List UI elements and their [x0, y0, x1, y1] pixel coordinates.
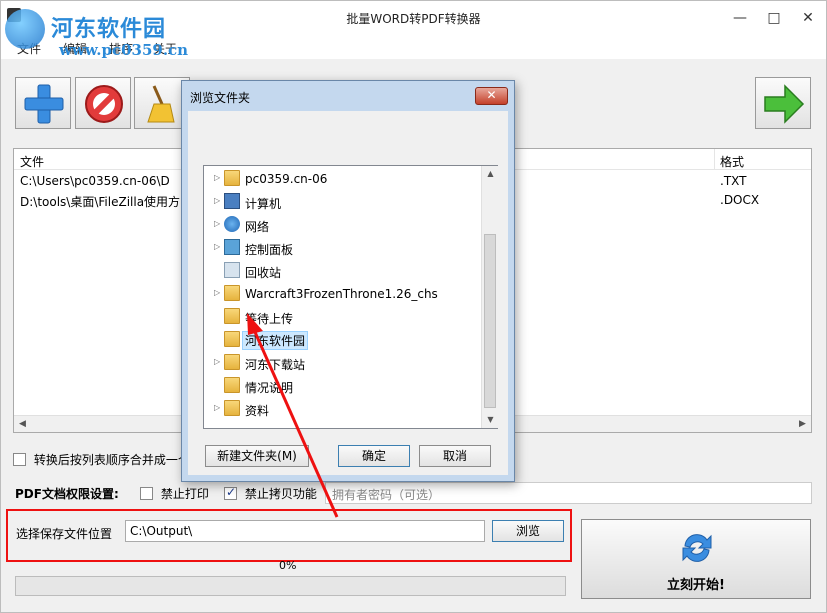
network-icon — [224, 216, 240, 232]
browse-button[interactable]: 浏览 — [492, 520, 564, 542]
clear-broom-icon — [147, 85, 175, 123]
tree-item[interactable]: 回收站 — [204, 260, 479, 282]
file-path: C:\Users\pc0359.cn-06\D — [20, 174, 170, 188]
merge-checkbox[interactable] — [13, 453, 26, 466]
recycle-bin-icon — [224, 262, 240, 278]
no-print-label: 禁止打印 — [160, 487, 209, 501]
next-arrow-icon — [764, 84, 805, 124]
dialog-title: 浏览文件夹 — [190, 91, 251, 105]
user-folder-icon — [224, 170, 240, 186]
tree-item-label: 河东软件园 — [242, 331, 309, 350]
tree-item[interactable]: ▷ Warcraft3FrozenThrone1.26_chs — [204, 283, 479, 305]
save-location-highlight: 选择保存文件位置 C:\Output\ 浏览 — [6, 509, 572, 562]
computer-icon — [224, 193, 240, 209]
progress-bar — [15, 576, 566, 596]
scroll-thumb[interactable] — [484, 234, 496, 408]
expand-icon[interactable]: ▷ — [214, 288, 220, 297]
folder-icon — [224, 308, 240, 324]
file-format: .DOCX — [720, 193, 760, 207]
new-folder-button[interactable]: 新建文件夹(M) — [205, 445, 309, 467]
tree-item-label: 控制面板 — [245, 243, 294, 257]
vertical-scrollbar[interactable]: ▲ ▼ — [481, 166, 498, 428]
file-format: .TXT — [720, 174, 747, 188]
folder-icon — [224, 377, 240, 393]
tree-item-label: 河东下载站 — [245, 358, 306, 372]
expand-icon[interactable]: ▷ — [214, 196, 220, 205]
minimize-button[interactable]: — — [723, 1, 757, 35]
expand-icon[interactable]: ▷ — [214, 403, 220, 412]
file-path: D:\tools\桌面\FileZilla使用方 — [20, 195, 181, 209]
tree-item-label: 资料 — [245, 404, 270, 418]
watermark-url: www.pc0359.cn — [59, 41, 189, 59]
ok-button[interactable]: 确定 — [338, 445, 410, 467]
merge-label: 转换后按列表顺序合并成一个 — [33, 453, 190, 467]
maximize-button[interactable]: □ — [757, 1, 791, 35]
tree-item[interactable]: ▷ 控制面板 — [204, 237, 479, 259]
tree-item[interactable]: ▷ 网络 — [204, 214, 479, 236]
refresh-icon — [682, 534, 712, 562]
folder-icon — [224, 400, 240, 416]
browse-folder-dialog: 浏览文件夹 ✕ ▷ 资料 情况说明 ▷ 河东下载站 河东软件园 等待上传 ▷ Warcraft3… — [181, 80, 515, 482]
owner-password-input[interactable]: 拥有者密码（可选） — [325, 482, 812, 504]
column-file[interactable]: 文件 — [20, 153, 44, 170]
scroll-up-icon[interactable]: ▲ — [482, 166, 499, 182]
tree-item-label: 等待上传 — [245, 312, 294, 326]
save-path-input[interactable]: C:\Output\ — [125, 520, 485, 542]
dialog-close-button[interactable]: ✕ — [475, 87, 508, 105]
close-button[interactable]: ✕ — [791, 1, 825, 35]
control-panel-icon — [224, 239, 240, 255]
tree-item[interactable]: 河东软件园 — [204, 329, 479, 351]
watermark: 河东软件园 www.pc0359.cn — [5, 7, 215, 67]
main-window: 批量WORD转PDF转换器 — □ ✕ 文件 编辑 排序 关于 河东软件园 ww… — [0, 0, 827, 613]
add-icon — [24, 84, 64, 124]
progress-percent: 0% — [279, 559, 297, 572]
expand-icon[interactable]: ▷ — [214, 357, 220, 366]
start-button[interactable]: 立刻开始! — [581, 519, 811, 599]
tree-item[interactable]: 情况说明 — [204, 375, 479, 397]
scroll-left-icon[interactable]: ◀ — [14, 416, 31, 433]
remove-icon — [85, 85, 123, 123]
tree-item[interactable]: 等待上传 — [204, 306, 479, 328]
expand-icon[interactable]: ▷ — [214, 173, 220, 182]
folder-tree[interactable]: ▷ 资料 情况说明 ▷ 河东下载站 河东软件园 等待上传 ▷ Warcraft3FrozenTh… — [203, 165, 498, 429]
no-copy-label: 禁止拷贝功能 — [244, 487, 317, 501]
watermark-logo-icon — [5, 9, 45, 49]
scroll-down-icon[interactable]: ▼ — [482, 412, 499, 428]
tree-item-label: 网络 — [245, 220, 270, 234]
folder-icon — [224, 354, 240, 370]
save-location-label: 选择保存文件位置 — [16, 527, 113, 541]
expand-icon[interactable]: ▷ — [214, 219, 220, 228]
tree-item[interactable]: ▷ pc0359.cn-06 — [204, 168, 479, 190]
permission-title: PDF文档权限设置: — [15, 487, 119, 501]
dialog-body: ▷ 资料 情况说明 ▷ 河东下载站 河东软件园 等待上传 ▷ Warcraft3FrozenTh… — [188, 111, 508, 475]
cancel-button[interactable]: 取消 — [419, 445, 491, 467]
tree-item[interactable]: ▷ 河东下载站 — [204, 352, 479, 374]
tree-item-label: pc0359.cn-06 — [245, 172, 328, 186]
folder-icon — [224, 285, 240, 301]
no-copy-checkbox[interactable] — [224, 485, 237, 500]
add-files-button[interactable] — [15, 77, 71, 129]
folder-icon — [224, 331, 240, 347]
tree-item-label: 计算机 — [245, 197, 282, 211]
column-format[interactable]: 格式 — [720, 153, 744, 170]
merge-option: 转换后按列表顺序合并成一个 — [13, 451, 190, 468]
tree-item-label: 情况说明 — [245, 381, 294, 395]
watermark-name: 河东软件园 — [51, 16, 167, 42]
scroll-right-icon[interactable]: ▶ — [794, 416, 811, 433]
no-print-checkbox[interactable] — [140, 487, 153, 500]
remove-file-button[interactable] — [75, 77, 131, 129]
tree-item[interactable]: ▷ 资料 — [204, 398, 479, 420]
tree-item[interactable]: ▷ 计算机 — [204, 191, 479, 213]
expand-icon[interactable]: ▷ — [214, 242, 220, 251]
start-label: 立刻开始! — [667, 578, 725, 593]
permission-settings: PDF文档权限设置: 禁止打印 禁止拷贝功能 拥有者密码（可选） — [13, 482, 812, 504]
column-separator[interactable] — [714, 149, 715, 170]
tree-item-label: 回收站 — [245, 266, 282, 280]
next-button[interactable] — [755, 77, 811, 129]
tree-item-label: Warcraft3FrozenThrone1.26_chs — [245, 287, 438, 301]
